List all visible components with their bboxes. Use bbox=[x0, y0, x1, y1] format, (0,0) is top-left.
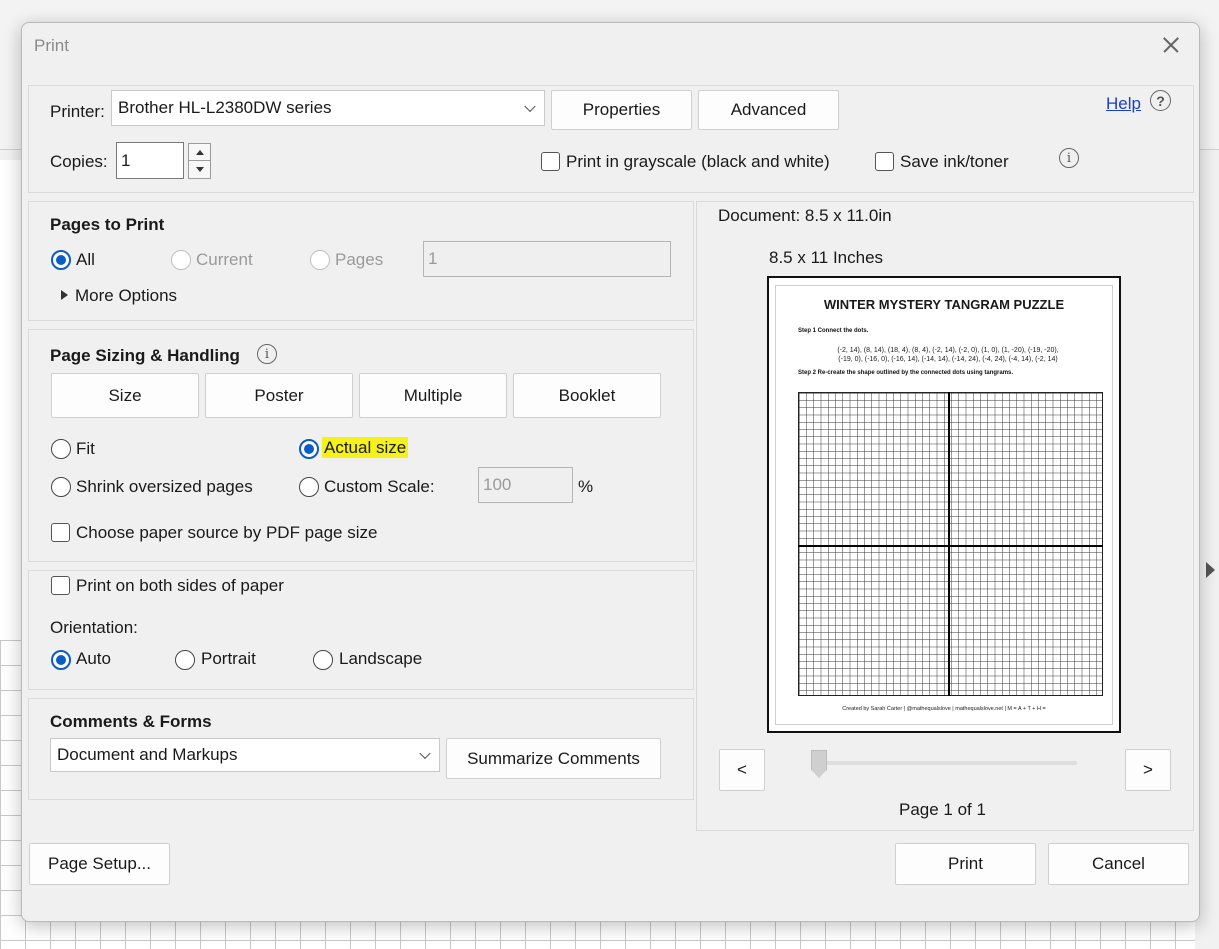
copies-input[interactable]: 1 bbox=[116, 142, 184, 179]
chevron-down-icon bbox=[524, 100, 536, 113]
dialog-title: Print bbox=[34, 36, 69, 55]
chevron-down-icon bbox=[419, 747, 431, 760]
preview-y-axis bbox=[948, 392, 950, 696]
both-sides-checkbox[interactable] bbox=[51, 576, 70, 595]
printer-panel: Printer: Brother HL-L2380DW series Prope… bbox=[28, 85, 1194, 193]
info-icon[interactable]: i bbox=[257, 344, 277, 364]
info-icon[interactable]: i bbox=[1059, 148, 1079, 168]
custom-scale-radio[interactable] bbox=[299, 477, 319, 497]
shrink-oversized-radio[interactable] bbox=[51, 477, 71, 497]
comments-forms-heading: Comments & Forms bbox=[50, 712, 212, 731]
multiple-tab-button[interactable]: Multiple bbox=[359, 373, 507, 418]
grayscale-checkbox[interactable] bbox=[541, 152, 560, 171]
comments-forms-select[interactable]: Document and Markups bbox=[50, 738, 440, 772]
preview-coords-line1: (-2, 14), (8, 14), (18, 4), (8, 4), (-2,… bbox=[837, 347, 1059, 354]
paper-source-checkbox[interactable] bbox=[51, 523, 70, 542]
current-page-radio[interactable] bbox=[171, 250, 191, 270]
all-pages-label: All bbox=[76, 250, 95, 269]
pages-to-print-panel: Pages to Print All Current Pages 1 More … bbox=[28, 201, 694, 321]
pages-range-radio[interactable] bbox=[310, 250, 330, 270]
pages-range-input[interactable]: 1 bbox=[423, 241, 671, 277]
fit-radio[interactable] bbox=[51, 439, 71, 459]
paper-source-label: Choose paper source by PDF page size bbox=[76, 523, 378, 542]
arrow-up-icon bbox=[195, 149, 204, 155]
orientation-portrait-radio[interactable] bbox=[175, 650, 195, 670]
fit-label: Fit bbox=[76, 439, 95, 458]
expand-triangle-icon[interactable] bbox=[61, 290, 68, 300]
orientation-landscape-label: Landscape bbox=[339, 649, 423, 668]
close-icon[interactable] bbox=[1157, 31, 1185, 59]
advanced-button[interactable]: Advanced bbox=[698, 90, 839, 130]
preview-x-axis bbox=[798, 545, 1103, 547]
actual-size-radio[interactable] bbox=[299, 439, 319, 459]
preview-coords-line2: (-19, 0), (-16, 0), (-16, 14), (-14, 14)… bbox=[838, 356, 1058, 363]
print-dialog: Print Printer: Brother HL-L2380DW series… bbox=[21, 22, 1200, 922]
copies-increment-button[interactable] bbox=[189, 144, 210, 161]
arrow-down-icon bbox=[195, 167, 204, 172]
previous-page-button[interactable]: < bbox=[719, 749, 765, 791]
page-slider-track[interactable] bbox=[819, 761, 1077, 765]
comments-forms-panel: Comments & Forms Document and Markups Su… bbox=[28, 698, 694, 800]
percent-label: % bbox=[578, 477, 594, 496]
save-ink-checkbox[interactable] bbox=[875, 152, 894, 171]
next-page-arrow-icon[interactable] bbox=[1206, 562, 1215, 578]
all-pages-radio[interactable] bbox=[51, 250, 71, 270]
help-icon[interactable]: ? bbox=[1150, 90, 1171, 111]
shrink-oversized-label: Shrink oversized pages bbox=[76, 477, 253, 496]
preview-step1: Step 1 Connect the dots. bbox=[798, 328, 869, 334]
page-setup-button[interactable]: Page Setup... bbox=[29, 843, 170, 885]
both-sides-label: Print on both sides of paper bbox=[76, 576, 284, 595]
preview-sheet-title: WINTER MYSTERY TANGRAM PUZZLE bbox=[823, 297, 1065, 312]
orientation-label: Orientation: bbox=[50, 618, 138, 637]
preview-coordinates: (-2, 14), (8, 14), (18, 4), (8, 4), (-2,… bbox=[798, 346, 1098, 364]
copies-label: Copies: bbox=[50, 152, 108, 171]
paper-size-label: 8.5 x 11 Inches bbox=[769, 248, 884, 267]
poster-tab-button[interactable]: Poster bbox=[205, 373, 353, 418]
print-button[interactable]: Print bbox=[895, 843, 1036, 885]
actual-size-label: Actual size bbox=[322, 437, 409, 458]
help-link[interactable]: Help bbox=[1106, 94, 1141, 114]
copies-decrement-button[interactable] bbox=[189, 161, 210, 178]
orientation-auto-label: Auto bbox=[76, 649, 111, 668]
orientation-portrait-label: Portrait bbox=[201, 649, 256, 668]
preview-step2: Step 2 Re-create the shape outlined by t… bbox=[798, 370, 1014, 376]
cancel-button[interactable]: Cancel bbox=[1048, 843, 1189, 885]
custom-scale-label: Custom Scale: bbox=[324, 477, 435, 496]
preview-page: WINTER MYSTERY TANGRAM PUZZLE Step 1 Con… bbox=[775, 285, 1113, 725]
grayscale-label: Print in grayscale (black and white) bbox=[566, 152, 830, 171]
orientation-landscape-radio[interactable] bbox=[313, 650, 333, 670]
page-preview: WINTER MYSTERY TANGRAM PUZZLE Step 1 Con… bbox=[767, 276, 1121, 733]
summarize-comments-button[interactable]: Summarize Comments bbox=[446, 738, 661, 779]
page-sizing-heading: Page Sizing & Handling bbox=[50, 346, 240, 365]
properties-button[interactable]: Properties bbox=[551, 90, 692, 130]
booklet-tab-button[interactable]: Booklet bbox=[513, 373, 661, 418]
custom-scale-input[interactable]: 100 bbox=[478, 467, 573, 503]
actual-size-highlight: Actual size bbox=[322, 437, 409, 458]
duplex-orientation-panel: Print on both sides of paper Orientation… bbox=[28, 570, 694, 690]
printer-select[interactable]: Brother HL-L2380DW series bbox=[111, 90, 545, 126]
orientation-auto-radio[interactable] bbox=[51, 650, 71, 670]
copies-stepper[interactable] bbox=[188, 143, 211, 179]
document-size-label: Document: 8.5 x 11.0in bbox=[718, 206, 892, 225]
preview-sheet-footer: Created by Sarah Carter | @mathequalslov… bbox=[842, 706, 1046, 712]
comments-forms-value: Document and Markups bbox=[57, 745, 238, 764]
size-tab-button[interactable]: Size bbox=[51, 373, 199, 418]
current-page-label: Current bbox=[196, 250, 253, 269]
printer-select-value: Brother HL-L2380DW series bbox=[118, 98, 332, 117]
more-options-link[interactable]: More Options bbox=[75, 286, 177, 306]
printer-label: Printer: bbox=[50, 102, 105, 121]
preview-coordinate-grid bbox=[798, 392, 1103, 696]
page-indicator: Page 1 of 1 bbox=[899, 800, 986, 819]
pages-to-print-heading: Pages to Print bbox=[50, 215, 165, 234]
save-ink-label: Save ink/toner bbox=[900, 152, 1009, 171]
next-page-button[interactable]: > bbox=[1125, 749, 1171, 791]
page-sizing-panel: Page Sizing & Handling i Size Poster Mul… bbox=[28, 329, 694, 562]
pages-range-label: Pages bbox=[335, 250, 384, 269]
